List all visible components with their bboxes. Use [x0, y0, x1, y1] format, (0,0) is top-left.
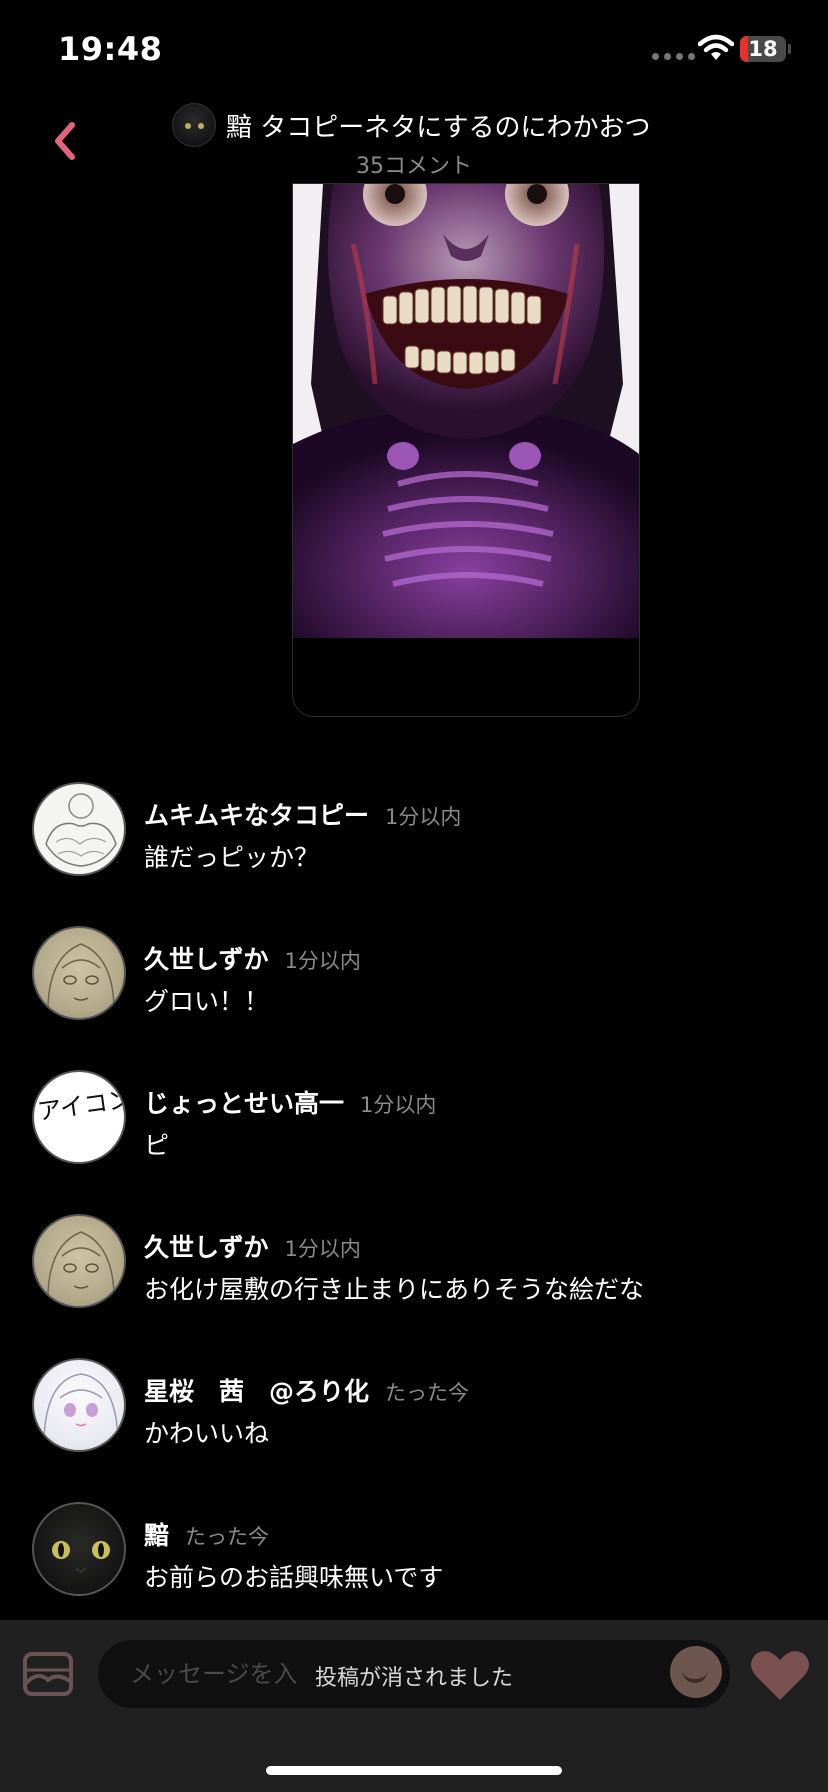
avatar-handwriting: アイコンです: [36, 1078, 126, 1126]
avatar[interactable]: [32, 1358, 126, 1452]
comment-text: お化け屋敷の行き止まりにありそうな絵だな: [144, 1275, 645, 1304]
comment-header: 黯 たった今: [144, 1516, 269, 1552]
portrait-avatar-icon: [47, 1231, 115, 1306]
comment-header: じょっとせい高一 1分以内: [144, 1084, 436, 1120]
avatar[interactable]: [32, 1214, 126, 1308]
comment-item[interactable]: 久世しずか 1分以内 グロい！！: [32, 926, 792, 1022]
comment-time: 1分以内: [284, 949, 361, 973]
comment-item[interactable]: 星桜 茜 @ろり化 たった今 かわいいね: [32, 1358, 792, 1454]
signal-icon: [652, 53, 695, 60]
anime-avatar-icon: [43, 1373, 119, 1450]
handwritten-avatar-icon: アイコンです: [36, 1078, 126, 1126]
attach-image-button[interactable]: [22, 1650, 74, 1698]
comment-author[interactable]: 久世しずか: [144, 940, 269, 976]
comment-author[interactable]: ムキムキなタコピー: [144, 796, 369, 832]
comment-header: 星桜 茜 @ろり化 たった今: [144, 1372, 469, 1408]
avatar[interactable]: アイコンです: [32, 1070, 126, 1164]
avatar: [172, 103, 216, 147]
comment-text: 誰だっピッか？: [144, 843, 320, 872]
comment-time: 1分以内: [385, 805, 462, 829]
portrait-avatar-icon: [47, 943, 115, 1018]
post-image: [293, 184, 639, 638]
page-title: 黯 タコピーネタにするのにわかおつ: [226, 112, 651, 143]
comment-author[interactable]: じょっとせい高一: [144, 1084, 344, 1120]
comment-time: 1分以内: [284, 1237, 361, 1261]
image-icon: [23, 1652, 73, 1696]
comment-header: ムキムキなタコピー 1分以内: [144, 796, 461, 832]
sketch-avatar-icon: [45, 793, 117, 867]
comment-count: 35コメント: [356, 154, 472, 179]
comment-text: かわいいね: [144, 1419, 270, 1448]
comment-header: 久世しずか 1分以内: [144, 1228, 361, 1264]
battery-icon: 18: [740, 36, 786, 62]
home-indicator: [266, 1766, 562, 1775]
comment-author[interactable]: 久世しずか: [144, 1228, 269, 1264]
avatar[interactable]: [32, 926, 126, 1020]
avatar[interactable]: [32, 782, 126, 876]
comment-item[interactable]: ムキムキなタコピー 1分以内 誰だっピッか？: [32, 782, 792, 878]
battery-nub: [788, 44, 791, 54]
comment-text: ピ: [144, 1131, 170, 1160]
comment-header: 久世しずか 1分以内: [144, 940, 361, 976]
comment-item[interactable]: 黯 たった今 お前らのお話興味無いです: [32, 1502, 792, 1598]
status-bar: 19:48 18: [0, 0, 828, 96]
comment-time: たった今: [185, 1525, 270, 1549]
battery-level: 18: [748, 37, 778, 61]
post-media-card[interactable]: [292, 183, 640, 717]
comment-author[interactable]: 星桜 茜 @ろり化: [144, 1372, 369, 1408]
wifi-icon: [698, 34, 734, 60]
emoji-button[interactable]: [670, 1646, 722, 1698]
comment-time: たった今: [385, 1381, 470, 1405]
avatar[interactable]: [32, 1502, 126, 1596]
comment-time: 1分以内: [360, 1093, 437, 1117]
comment-item[interactable]: 久世しずか 1分以内 お化け屋敷の行き止まりにありそうな絵だな: [32, 1214, 792, 1310]
header-title-row[interactable]: 黯 タコピーネタにするのにわかおつ: [172, 102, 651, 148]
heart-icon: [751, 1651, 809, 1700]
status-time: 19:48: [58, 30, 163, 68]
comment-text: お前らのお話興味無いです: [144, 1563, 444, 1592]
comment-text: グロい！！: [144, 987, 270, 1016]
comment-item[interactable]: アイコンです じょっとせい高一 1分以内 ピ: [32, 1070, 792, 1166]
like-button[interactable]: [750, 1648, 810, 1702]
cat-avatar-icon: [52, 1541, 110, 1574]
toast-message: 投稿が消されました: [296, 1658, 532, 1694]
comment-author[interactable]: 黯: [144, 1516, 169, 1552]
